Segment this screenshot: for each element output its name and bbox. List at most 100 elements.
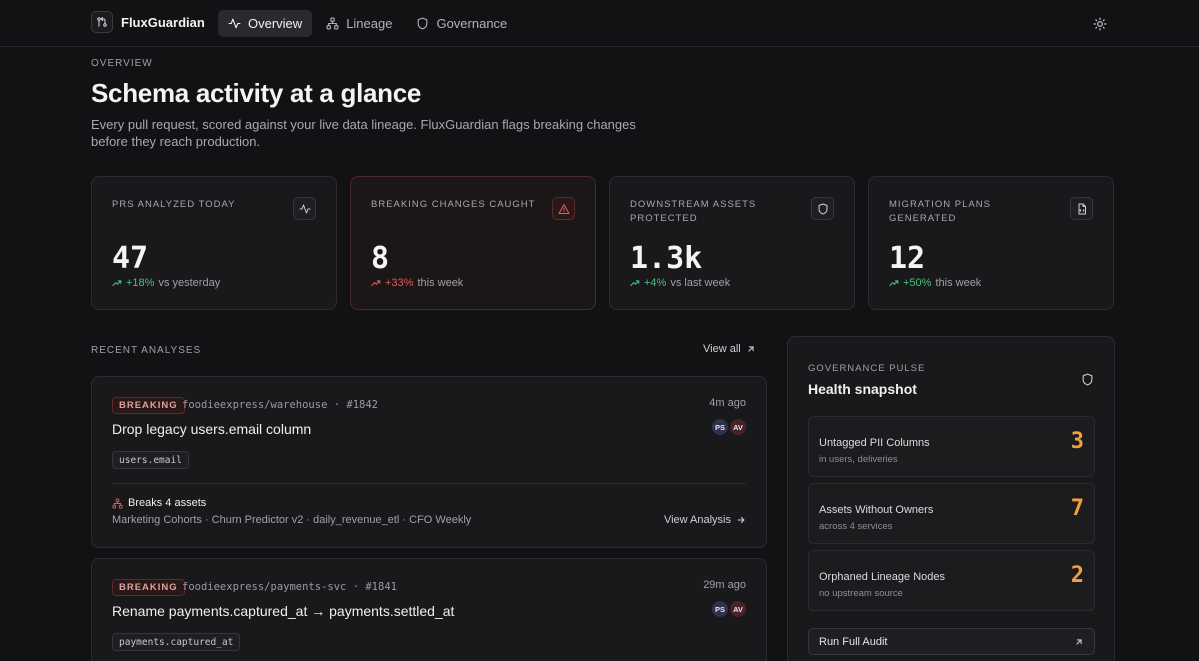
stat-card-migration-plans: MIGRATION PLANS GENERATED 12 +50% this w… [868,176,1114,310]
theme-toggle-button[interactable] [1090,14,1109,33]
trending-up-icon [371,280,381,287]
avatar: PS [712,419,728,435]
stat-delta: +33% this week [371,277,463,289]
metric-value: 2 [1070,563,1084,588]
network-icon [112,497,123,509]
governance-pulse-panel: GOVERNANCE PULSE Health snapshot Untagge… [787,336,1115,661]
nav-tab-label: Governance [436,16,508,31]
shield-icon [1081,373,1094,391]
recent-analyses-heading: RECENT ANALYSES [91,345,202,356]
metric-value: 7 [1070,496,1084,521]
stat-delta: +4% vs last week [630,277,730,289]
activity-icon [228,18,241,29]
governance-metric-owners[interactable]: Assets Without Owners across 4 services … [808,483,1095,544]
arrow-up-right-icon [748,346,754,352]
avatar: PS [712,601,728,617]
repo-ref: foodieexpress/warehouse · #1842 [182,399,378,411]
stat-label: MIGRATION PLANS GENERATED [889,199,991,224]
stat-delta-context: this week [935,277,982,289]
avatar-group: PS AV [712,419,746,435]
stat-value: 8 [371,241,390,276]
main-nav: Overview Lineage Governance [218,10,517,37]
nav-tab-label: Overview [248,16,303,31]
nav-tab-label: Lineage [346,16,393,31]
stat-label: BREAKING CHANGES CAUGHT [371,199,536,210]
stat-delta-value: +4% [644,277,667,289]
analysis-card[interactable]: BREAKING foodieexpress/warehouse · #1842… [91,376,767,548]
git-pull-request-icon [91,11,113,33]
metric-subtext: no upstream source [819,588,903,599]
breaking-badge: BREAKING [112,579,185,596]
repo-name: foodieexpress/warehouse [182,399,328,411]
stat-label: PRS ANALYZED TODAY [112,199,236,210]
network-icon [326,17,339,30]
top-navigation-bar: FluxGuardian Overview Lineage Governance [0,0,1199,47]
repo-name: foodieexpress/payments-svc [182,581,347,593]
shield-icon [811,197,834,220]
breaks-summary: Breaks 4 assets [112,497,206,509]
separator: · [333,399,341,411]
page-eyebrow: OVERVIEW [91,58,153,69]
brand-name: FluxGuardian [121,14,205,30]
activity-icon [293,197,316,220]
shield-icon [418,17,428,30]
nav-tab-governance[interactable]: Governance [406,10,517,37]
stat-delta-context: this week [417,277,464,289]
page-subtitle: Every pull request, scored against your … [91,117,636,149]
analysis-card[interactable]: BREAKING foodieexpress/payments-svc · #1… [91,558,767,661]
analysis-title: Rename payments.captured_at → payments.s… [112,603,455,619]
nav-tab-lineage[interactable]: Lineage [316,10,402,37]
page-title: Schema activity at a glance [91,78,422,108]
view-all-label: View all [703,343,741,355]
panel-eyebrow: GOVERNANCE PULSE [808,363,926,374]
stat-card-prs-analyzed: PRS ANALYZED TODAY 47 +18% vs yesterday [91,176,337,310]
stat-delta: +50% this week [889,277,981,289]
repo-ref: foodieexpress/payments-svc · #1841 [182,581,397,593]
stat-label: DOWNSTREAM ASSETS PROTECTED [630,199,757,224]
stat-delta-value: +33% [385,277,414,289]
stat-delta-value: +50% [903,277,932,289]
pr-number: #1841 [365,581,397,593]
stat-value: 1.3k [630,241,703,276]
breaks-count: Breaks 4 assets [128,497,207,509]
view-all-link[interactable]: View all [703,343,756,355]
field-chip: payments.captured_at [112,633,241,651]
view-analysis-link[interactable]: View Analysis [664,514,746,526]
view-analysis-label: View Analysis [663,514,731,526]
avatar: AV [730,601,746,617]
trending-up-icon [630,280,640,287]
brand[interactable]: FluxGuardian [91,11,205,33]
metric-name: Orphaned Lineage Nodes [819,571,945,583]
stat-card-breaking-changes: BREAKING CHANGES CAUGHT 8 +33% this week [350,176,596,310]
breaking-badge: BREAKING [112,397,185,414]
stat-delta-value: +18% [126,277,155,289]
trending-up-icon [889,280,899,287]
stat-delta-context: vs yesterday [158,277,221,289]
nav-tab-overview[interactable]: Overview [218,10,313,37]
stat-delta-context: vs last week [670,277,731,289]
affected-assets: Marketing Cohorts · Churn Predictor v2 ·… [112,514,472,526]
stat-value: 12 [889,241,926,276]
stat-card-assets-protected: DOWNSTREAM ASSETS PROTECTED 1.3k +4% vs … [609,176,855,310]
sun-icon [1093,17,1106,30]
analysis-title: Drop legacy users.email column [112,421,312,437]
avatar-group: PS AV [712,601,746,617]
timestamp: 29m ago [703,579,746,591]
run-full-audit-button[interactable]: Run Full Audit [808,628,1095,655]
arrow-up-right-icon [1076,638,1082,645]
separator: · [352,581,360,593]
metric-value: 3 [1070,429,1084,454]
metric-name: Assets Without Owners [819,504,934,516]
alert-triangle-icon [552,197,575,220]
avatar: AV [730,419,746,435]
governance-metric-orphaned[interactable]: Orphaned Lineage Nodes no upstream sourc… [808,550,1095,611]
stat-delta: +18% vs yesterday [112,277,220,289]
divider [112,483,746,484]
governance-metric-pii[interactable]: Untagged PII Columns in users, deliverie… [808,416,1095,477]
arrow-right-icon [737,516,745,524]
panel-title: Health snapshot [808,381,917,397]
pr-number: #1842 [346,399,378,411]
field-chip: users.email [112,451,189,469]
trending-up-icon [112,280,122,287]
metric-subtext: across 4 services [819,521,893,532]
